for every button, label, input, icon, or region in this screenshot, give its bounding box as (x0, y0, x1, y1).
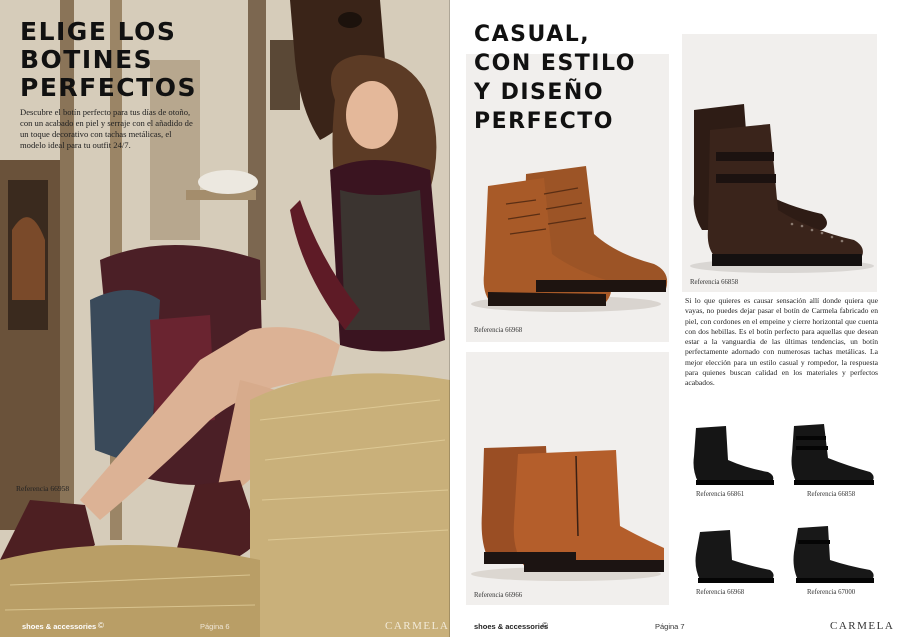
mini-boot-image (793, 526, 874, 583)
mini-boot-image (791, 424, 874, 485)
footer-page-number: Página 6 (200, 622, 230, 631)
product-photo-tan-zip: Referencia 66966 (466, 352, 669, 605)
title-line: PERFECTOS (20, 73, 197, 102)
footer-page-number: Página 7 (655, 622, 685, 631)
footer-logo: CARMELA (385, 620, 450, 632)
left-page-title: ELIGE LOS BOTINES PERFECTOS (20, 18, 197, 102)
title-line: BOTINES (20, 45, 154, 74)
title-line: Y DISEÑO (474, 80, 605, 105)
tan-zip-boots-image (471, 446, 664, 581)
title-line: CON ESTILO (474, 51, 636, 76)
title-line: ELIGE LOS (20, 17, 177, 46)
product-photo-dark-studded: Referencia 66858 (682, 34, 877, 292)
body-text: Si lo que quieres es causar sensación al… (685, 296, 878, 388)
photo-reference: Referencia 66858 (690, 279, 739, 286)
photo-reference: Referencia 66968 (474, 327, 523, 334)
mini-boot-reference: Referencia 66858 (807, 491, 856, 498)
footer-logo: CARMELA (830, 620, 895, 632)
title-line: PERFECTO (474, 109, 615, 134)
copyright-circle-icon: © (98, 621, 104, 630)
left-intro-text: Descubre el botín perfecto para tus días… (20, 107, 193, 150)
dark-studded-boots-image (690, 104, 874, 273)
right-page-title: CASUAL, CON ESTILO Y DISEÑO PERFECTO (474, 20, 636, 136)
footer-brand: shoes & accessories (474, 622, 549, 631)
footer-brand: shoes & accessories (22, 622, 97, 631)
left-photo-reference: Referencia 66958 (16, 484, 70, 493)
mini-boot-reference: Referencia 66861 (696, 491, 745, 498)
copyright-circle-icon: © (542, 621, 548, 630)
title-line: CASUAL, (474, 22, 591, 47)
left-page: ELIGE LOS BOTINES PERFECTOS Descubre el … (0, 0, 450, 637)
mini-boot-image (693, 426, 774, 485)
right-page: CASUAL, CON ESTILO Y DISEÑO PERFECTO Ref… (450, 0, 900, 637)
photo-reference: Referencia 66966 (474, 592, 523, 599)
mini-boot-reference: Referencia 66968 (696, 589, 745, 596)
magazine-spread: ELIGE LOS BOTINES PERFECTOS Descubre el … (0, 0, 900, 637)
mini-boot-image (695, 530, 774, 583)
mini-boot-reference: Referencia 67000 (807, 589, 856, 596)
